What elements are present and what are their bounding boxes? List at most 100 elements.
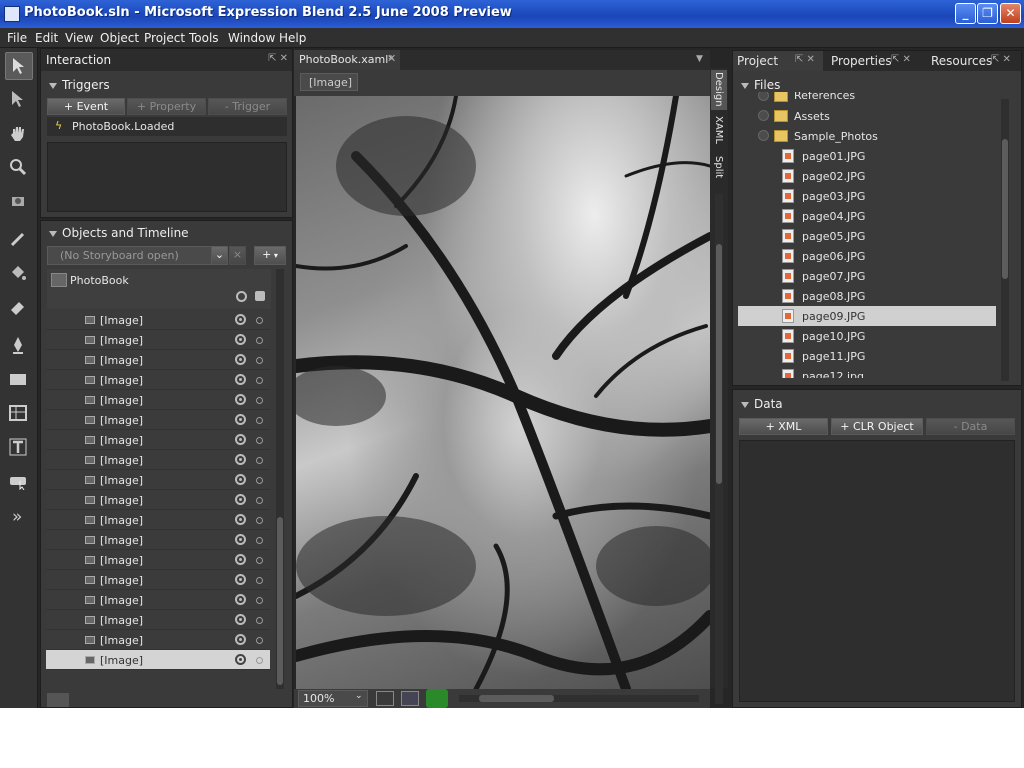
zoom-combobox[interactable]: 100% ⌄ [298,690,368,707]
tab-menu-icon[interactable]: ▼ [696,54,703,64]
pin-close-icons[interactable]: ⇱ ✕ [268,53,288,64]
scope-up-icon[interactable] [51,273,67,287]
lock-toggle-icon[interactable] [256,517,263,524]
canvas-vertical-scrollbar[interactable] [715,194,723,704]
file-item[interactable]: page01.JPG [738,146,996,166]
menu-view[interactable]: View [65,31,93,45]
visibility-eye-icon[interactable] [235,374,246,385]
tree-item-references[interactable]: References [738,92,996,104]
objects-scroll-thumb[interactable] [277,517,283,685]
visibility-eye-icon[interactable] [235,354,246,365]
file-item[interactable]: page07.JPG [738,266,996,286]
object-row[interactable]: [Image] [46,490,270,510]
object-row[interactable]: [Image] [46,590,270,610]
object-row[interactable]: [Image] [46,430,270,450]
minimize-button[interactable]: _ [955,3,976,24]
file-item[interactable]: page08.JPG [738,286,996,306]
lock-toggle-icon[interactable] [256,597,263,604]
object-row[interactable]: [Image] [46,450,270,470]
paint-bucket-tool[interactable] [5,260,33,288]
expander-icon[interactable] [758,130,769,141]
tree-item-sample-photos[interactable]: Sample_Photos [738,126,996,146]
pin-close-icons[interactable]: ⇱ ✕ [795,54,815,65]
visibility-eye-icon[interactable] [235,454,246,465]
pin-close-icons[interactable]: ⇱ ✕ [891,54,911,65]
lock-toggle-icon[interactable] [256,477,263,484]
tab-project[interactable]: Project ⇱ ✕ [733,51,823,71]
menu-tools[interactable]: Tools [189,31,219,45]
add-event-button[interactable]: + Event [47,98,125,115]
menu-window[interactable]: Window [228,31,275,45]
lock-toggle-icon[interactable] [256,417,263,424]
close-button[interactable]: ✕ [1000,3,1021,24]
control-tool[interactable] [5,468,33,496]
selection-tool[interactable] [5,52,33,80]
trigger-item[interactable]: ϟ PhotoBook.Loaded [47,117,287,136]
add-xml-button[interactable]: + XML [739,418,828,435]
object-row[interactable]: [Image] [46,470,270,490]
visibility-eye-icon[interactable] [235,594,246,605]
effects-toggle-icon[interactable] [426,689,448,708]
remove-data-button[interactable]: - Data [926,418,1015,435]
object-row[interactable]: [Image] [46,570,270,590]
file-item[interactable]: page12.jpg [738,366,996,378]
lock-toggle-icon[interactable] [256,617,263,624]
design-view-tab[interactable]: Design [711,70,727,110]
visibility-eye-icon[interactable] [235,614,246,625]
object-row[interactable]: [Image] [46,310,270,330]
file-item[interactable]: page04.JPG [738,206,996,226]
file-item[interactable]: page02.JPG [738,166,996,186]
menu-help[interactable]: Help [279,31,306,45]
object-row[interactable]: [Image] [46,390,270,410]
files-scroll-thumb[interactable] [1002,139,1008,279]
pan-tool[interactable] [5,120,33,148]
object-row[interactable]: [Image] [46,350,270,370]
visibility-eye-icon[interactable] [235,654,246,665]
object-row[interactable]: [Image] [46,610,270,630]
visibility-eye-icon[interactable] [235,334,246,345]
lock-toggle-icon[interactable] [256,557,263,564]
direct-selection-tool[interactable] [5,86,33,114]
menu-file[interactable]: File [7,31,27,45]
breadcrumb[interactable]: [Image] [300,73,358,91]
tree-item-assets[interactable]: Assets [738,106,996,126]
object-row[interactable]: [Image] [46,550,270,570]
eyedropper-tool[interactable] [5,226,33,254]
add-clr-object-button[interactable]: + CLR Object [831,418,923,435]
snap-toggle-icon[interactable] [401,691,419,706]
lock-toggle-icon[interactable] [256,337,263,344]
zoom-tool[interactable] [5,154,33,182]
visibility-eye-icon[interactable] [235,474,246,485]
visibility-eye-icon[interactable] [235,394,246,405]
visibility-eye-icon[interactable] [235,574,246,585]
menu-object[interactable]: Object [100,31,139,45]
object-row[interactable]: [Image] [46,630,270,650]
canvas-hscroll-thumb[interactable] [479,695,554,702]
scope-down-icon[interactable] [47,693,69,707]
files-section-title[interactable]: Files [741,78,780,92]
data-section-title[interactable]: Data [741,397,783,411]
visibility-eye-icon[interactable] [235,494,246,505]
xaml-view-tab[interactable]: XAML [711,114,727,150]
expander-icon[interactable] [758,110,769,121]
asset-library-button[interactable]: » [5,504,33,532]
lock-toggle-icon[interactable] [256,357,263,364]
lock-toggle-icon[interactable] [256,537,263,544]
file-item[interactable]: page05.JPG [738,226,996,246]
visibility-eye-icon[interactable] [235,314,246,325]
lock-toggle-icon[interactable] [256,397,263,404]
objects-scrollbar[interactable] [276,269,284,689]
design-canvas-photo[interactable] [296,96,710,689]
file-item[interactable]: page09.JPG [738,306,996,326]
file-item[interactable]: page03.JPG [738,186,996,206]
lock-toggle-icon[interactable] [256,637,263,644]
lock-toggle-icon[interactable] [256,437,263,444]
grid-tool[interactable] [5,400,33,428]
lock-toggle-icon[interactable] [256,577,263,584]
objects-section-title[interactable]: Objects and Timeline [49,226,189,240]
lock-toggle-icon[interactable] [256,377,263,384]
rectangle-tool[interactable] [5,366,33,394]
storyboard-dropdown-icon[interactable]: ⌄ [211,246,228,265]
root-object-row[interactable]: PhotoBook [47,269,271,309]
grid-toggle-icon[interactable] [376,691,394,706]
